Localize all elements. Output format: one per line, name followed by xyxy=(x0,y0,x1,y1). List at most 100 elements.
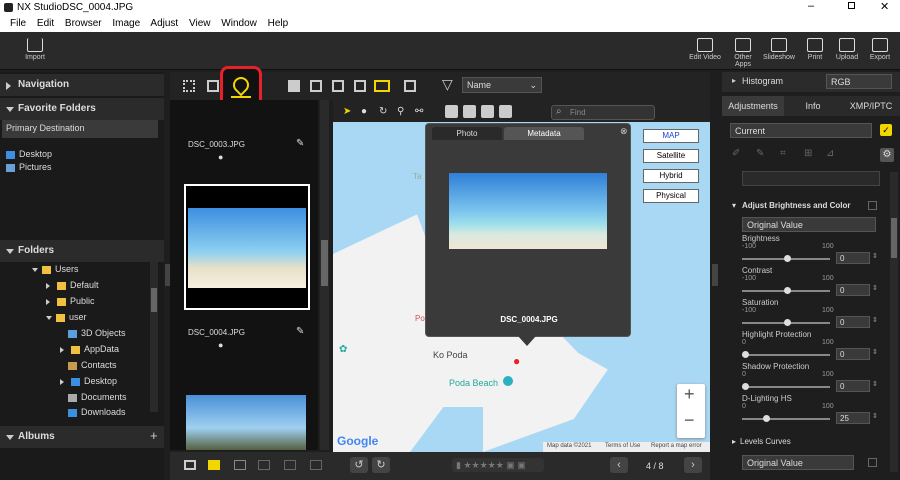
primary-destination-row[interactable]: Primary Destination xyxy=(2,120,158,138)
tree-documents[interactable]: Documents xyxy=(68,392,127,402)
empty-dropdown[interactable] xyxy=(742,171,880,186)
thumbnail-next[interactable] xyxy=(186,395,306,450)
filter-icon[interactable]: ▽ xyxy=(442,76,453,93)
slider-track[interactable] xyxy=(742,351,830,358)
slider-value-input[interactable]: 0 xyxy=(836,348,870,360)
scroll-thumb[interactable] xyxy=(321,240,328,286)
original-value-dropdown-2[interactable]: Original Value xyxy=(742,455,854,470)
center-icon[interactable] xyxy=(463,105,476,118)
scroll-thumb[interactable] xyxy=(151,288,157,312)
track-icon[interactable]: ⚯ xyxy=(415,106,423,117)
minimize-icon[interactable]: – xyxy=(808,0,814,12)
print-button[interactable]: Print xyxy=(798,38,832,61)
menu-view[interactable]: View xyxy=(189,18,211,29)
map-type-hybrid[interactable]: Hybrid xyxy=(643,169,699,183)
photo-location-marker[interactable]: ● xyxy=(513,354,520,368)
section-checkbox[interactable] xyxy=(868,201,877,210)
menu-file[interactable]: File xyxy=(10,18,26,29)
slider-knob[interactable] xyxy=(784,319,791,326)
export-button[interactable]: Export xyxy=(863,38,897,61)
stack-icon[interactable] xyxy=(184,460,196,470)
stepper-icon[interactable]: ⇕ xyxy=(872,380,878,388)
stepper-icon[interactable]: ⇕ xyxy=(872,412,878,420)
rotate-icon[interactable]: ↻ xyxy=(379,106,387,117)
map-type-map[interactable]: MAP xyxy=(643,129,699,143)
multi-view-icon[interactable] xyxy=(332,80,344,92)
label-icon[interactable] xyxy=(208,460,220,470)
slider-knob[interactable] xyxy=(763,415,770,422)
slider-track[interactable] xyxy=(742,383,830,390)
fit-icon[interactable] xyxy=(404,80,416,92)
tab-info[interactable]: Info xyxy=(784,96,842,116)
rotate-right-button[interactable]: ↻ xyxy=(372,457,390,473)
filmstrip-scrollbar[interactable] xyxy=(320,100,329,450)
slider-value-input[interactable]: 0 xyxy=(836,380,870,392)
grid-view-icon[interactable] xyxy=(183,80,195,92)
favorite-desktop[interactable]: Desktop xyxy=(6,149,52,159)
import-button[interactable]: Import xyxy=(18,38,52,61)
slider-knob[interactable] xyxy=(742,351,749,358)
slider-track[interactable] xyxy=(742,415,830,422)
tree-contacts[interactable]: Contacts xyxy=(68,360,117,370)
adjust-brightness-header[interactable]: ▾ Adjust Brightness and Color xyxy=(722,198,888,214)
layout-icon[interactable] xyxy=(374,80,390,92)
slider-track[interactable] xyxy=(742,287,830,294)
tree-public[interactable]: Public xyxy=(46,296,95,306)
slider-value-input[interactable]: 0 xyxy=(836,252,870,264)
menu-browser[interactable]: Browser xyxy=(65,18,102,29)
pointer-icon[interactable]: ➤ xyxy=(343,106,351,117)
original-value-dropdown[interactable]: Original Value xyxy=(742,217,876,232)
map-search-input[interactable]: ⌕ Find xyxy=(551,105,655,120)
menu-window[interactable]: Window xyxy=(221,18,257,29)
zoom-out-button[interactable]: − xyxy=(684,410,695,431)
histogram-header[interactable]: ▸ Histogram RGB xyxy=(722,72,900,92)
tree-default[interactable]: Default xyxy=(46,280,99,290)
menu-adjust[interactable]: Adjust xyxy=(150,18,178,29)
slideshow-button[interactable]: Slideshow xyxy=(762,38,796,61)
menu-edit[interactable]: Edit xyxy=(37,18,54,29)
slider-value-input[interactable]: 0 xyxy=(836,316,870,328)
maximize-icon[interactable] xyxy=(848,2,855,9)
histogram-mode-dropdown[interactable]: RGB xyxy=(826,74,892,89)
layers-icon[interactable] xyxy=(481,105,494,118)
right-panel-toggle[interactable] xyxy=(712,264,718,286)
favorite-folders-header[interactable]: Favorite Folders xyxy=(0,98,164,120)
prev-button[interactable]: ‹ xyxy=(610,457,628,473)
slider-knob[interactable] xyxy=(784,255,791,262)
slider-value-input[interactable]: 25 xyxy=(836,412,870,424)
tab-xmp-iptc[interactable]: XMP/IPTC xyxy=(842,96,900,116)
pin-tool-icon[interactable]: ● xyxy=(361,106,367,117)
popup-tab-metadata[interactable]: Metadata xyxy=(504,127,584,140)
map-type-physical[interactable]: Physical xyxy=(643,189,699,203)
edit-icon[interactable]: ✎ xyxy=(296,326,304,337)
home-icon[interactable] xyxy=(445,105,458,118)
close-icon[interactable]: ⊗ xyxy=(620,126,628,137)
upload-button[interactable]: Upload xyxy=(830,38,864,61)
right-scrollbar[interactable] xyxy=(890,172,898,472)
rotate-left-button[interactable]: ↺ xyxy=(350,457,368,473)
tree-appdata[interactable]: AppData xyxy=(60,344,119,354)
rating-stars[interactable]: ▮ ★★★★★ ▣ ▣ xyxy=(452,458,544,472)
menu-help[interactable]: Help xyxy=(268,18,289,29)
apply-checkbox[interactable]: ✓ xyxy=(880,124,892,136)
gear-icon[interactable]: ⚙ xyxy=(880,148,894,162)
section-checkbox[interactable] xyxy=(868,458,877,467)
albums-header[interactable]: Albums xyxy=(0,426,164,448)
scroll-thumb[interactable] xyxy=(891,218,897,258)
slider-knob[interactable] xyxy=(784,287,791,294)
popup-tab-photo[interactable]: Photo xyxy=(432,127,502,140)
stepper-icon[interactable]: ⇕ xyxy=(872,252,878,260)
thumbnail-selected[interactable] xyxy=(184,184,310,310)
frame-icon[interactable] xyxy=(234,460,246,470)
report-link[interactable]: Report a map error xyxy=(651,443,702,449)
close-icon[interactable]: ✕ xyxy=(880,0,889,13)
edit-video-button[interactable]: Edit Video xyxy=(688,38,722,61)
tree-users[interactable]: Users xyxy=(32,264,79,274)
preset-dropdown[interactable]: Current xyxy=(730,123,872,138)
slider-value-input[interactable]: 0 xyxy=(836,284,870,296)
slider-knob[interactable] xyxy=(742,383,749,390)
favorite-pictures[interactable]: Pictures xyxy=(6,162,52,172)
slider-track[interactable] xyxy=(742,255,830,262)
navigation-header[interactable]: Navigation xyxy=(0,74,164,96)
compare-view-icon[interactable] xyxy=(310,80,322,92)
